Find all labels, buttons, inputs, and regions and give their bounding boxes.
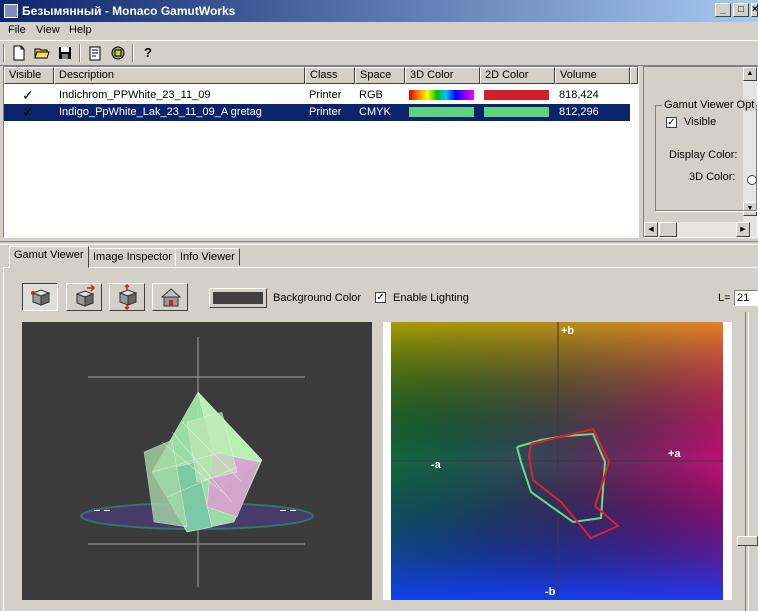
toolbar-separator bbox=[132, 44, 134, 62]
scroll-thumb[interactable] bbox=[659, 222, 677, 237]
row-volume: 812,296 bbox=[559, 106, 599, 118]
tab-image-inspector[interactable]: Image Inspector bbox=[88, 248, 177, 266]
move-cube-icon bbox=[75, 284, 96, 307]
toolbar: ? bbox=[0, 40, 758, 66]
column-header-2d-color[interactable]: 2D Color bbox=[480, 67, 555, 84]
tab-gamut-viewer[interactable]: Gamut Viewer bbox=[9, 246, 89, 268]
column-header-filler bbox=[630, 67, 638, 84]
background-color-swatch bbox=[213, 292, 263, 304]
color-3d-radio[interactable] bbox=[747, 175, 757, 185]
column-header-space[interactable]: Space bbox=[355, 67, 405, 84]
home-icon bbox=[160, 288, 182, 307]
row-class: Printer bbox=[309, 89, 342, 101]
maximize-button[interactable]: □ bbox=[733, 3, 749, 17]
visible-checkbox[interactable]: ✓ bbox=[666, 117, 677, 128]
slider-thumb[interactable] bbox=[737, 536, 758, 546]
menu-file[interactable]: File bbox=[6, 24, 28, 36]
rotate-view-button[interactable] bbox=[22, 283, 58, 311]
column-header-visible[interactable]: Visible bbox=[4, 67, 54, 84]
save-icon[interactable] bbox=[54, 43, 76, 63]
properties-icon[interactable] bbox=[84, 43, 106, 63]
toolbar-separator bbox=[79, 44, 81, 62]
translate-view-button[interactable] bbox=[66, 283, 102, 311]
scroll-left-arrow-icon[interactable]: ◀ bbox=[644, 222, 658, 237]
color-2d-swatch[interactable] bbox=[484, 107, 549, 117]
rotate-cube-icon bbox=[31, 289, 51, 306]
minimize-button[interactable]: _ bbox=[715, 3, 731, 17]
display-color-label: Display Color: bbox=[669, 149, 738, 161]
background-color-label: Background Color bbox=[273, 292, 362, 304]
color-2d-swatch[interactable] bbox=[484, 90, 549, 100]
color-3d-label: 3D Color: bbox=[689, 171, 736, 183]
zoom-view-button[interactable] bbox=[109, 283, 145, 311]
splitter[interactable] bbox=[0, 241, 758, 245]
l-label: L= bbox=[718, 292, 731, 304]
gamut-3d-viewport[interactable] bbox=[22, 322, 372, 600]
tab-info-viewer[interactable]: Info Viewer bbox=[175, 248, 240, 266]
menu-bar: File View Help bbox=[0, 22, 758, 40]
open-icon[interactable] bbox=[31, 43, 53, 63]
row-space: CMYK bbox=[359, 106, 391, 118]
options-panel: ▲ ▼ Gamut Viewer Opt ✓ Visible Display C… bbox=[643, 66, 758, 238]
close-button[interactable]: × bbox=[751, 3, 758, 17]
new-icon[interactable] bbox=[8, 43, 30, 63]
row-description: Indigo_PpWhite_Lak_23_11_09_A gretag bbox=[59, 106, 262, 118]
row-volume: 818,424 bbox=[559, 89, 599, 101]
gamut-2d-viewport[interactable]: +b -b +a -a bbox=[383, 322, 732, 600]
help-icon[interactable]: ? bbox=[137, 43, 159, 63]
minus-b-label: -b bbox=[545, 586, 556, 598]
row-space: RGB bbox=[359, 89, 383, 101]
options-group-title: Gamut Viewer Opt bbox=[662, 99, 757, 111]
enable-lighting-label: Enable Lighting bbox=[393, 292, 469, 304]
toolbar-separator bbox=[3, 44, 5, 62]
visible-checkmark[interactable]: ✓ bbox=[22, 104, 34, 121]
column-header-volume[interactable]: Volume bbox=[555, 67, 630, 84]
scroll-right-arrow-icon[interactable]: ▶ bbox=[736, 222, 750, 237]
lightness-slider[interactable] bbox=[737, 312, 758, 611]
scroll-up-arrow-icon[interactable]: ▲ bbox=[743, 67, 757, 81]
l-value-input[interactable] bbox=[734, 290, 758, 306]
plus-a-label: +a bbox=[668, 448, 681, 460]
column-header-description[interactable]: Description bbox=[54, 67, 305, 84]
row-class: Printer bbox=[309, 106, 342, 118]
row-description: Indichrom_PPWhite_23_11_09 bbox=[59, 89, 211, 101]
menu-view[interactable]: View bbox=[34, 24, 62, 36]
import-icon[interactable] bbox=[107, 43, 129, 63]
color-3d-swatch[interactable] bbox=[409, 107, 474, 117]
color-3d-swatch[interactable] bbox=[409, 90, 474, 100]
home-view-button[interactable] bbox=[152, 283, 188, 311]
menu-help[interactable]: Help bbox=[67, 24, 94, 36]
gamut-row-1[interactable]: ✓ Indichrom_PPWhite_23_11_09 Printer RGB… bbox=[4, 87, 630, 104]
title-bar[interactable]: Безымянный - Monaco GamutWorks _ □ × bbox=[0, 0, 758, 22]
enable-lighting-checkbox[interactable]: ✓ bbox=[375, 292, 386, 303]
gamut-row-2[interactable]: ✓ Indigo_PpWhite_Lak_23_11_09_A gretag P… bbox=[4, 104, 630, 121]
gamut-list[interactable]: Visible Description Class Space 3D Color… bbox=[3, 66, 639, 238]
plus-b-label: +b bbox=[561, 325, 574, 337]
slider-track bbox=[745, 312, 749, 611]
options-horizontal-scrollbar[interactable]: ◀ ▶ bbox=[644, 222, 757, 237]
visible-checkmark[interactable]: ✓ bbox=[22, 87, 34, 104]
visible-label: Visible bbox=[684, 116, 717, 128]
app-icon bbox=[4, 4, 18, 18]
minus-a-label: -a bbox=[431, 459, 442, 471]
background-color-button[interactable] bbox=[209, 288, 267, 308]
zoom-cube-icon bbox=[118, 283, 138, 311]
window-title: Безымянный - Monaco GamutWorks bbox=[22, 4, 236, 18]
column-header-3d-color[interactable]: 3D Color bbox=[405, 67, 480, 84]
column-header-class[interactable]: Class bbox=[305, 67, 355, 84]
